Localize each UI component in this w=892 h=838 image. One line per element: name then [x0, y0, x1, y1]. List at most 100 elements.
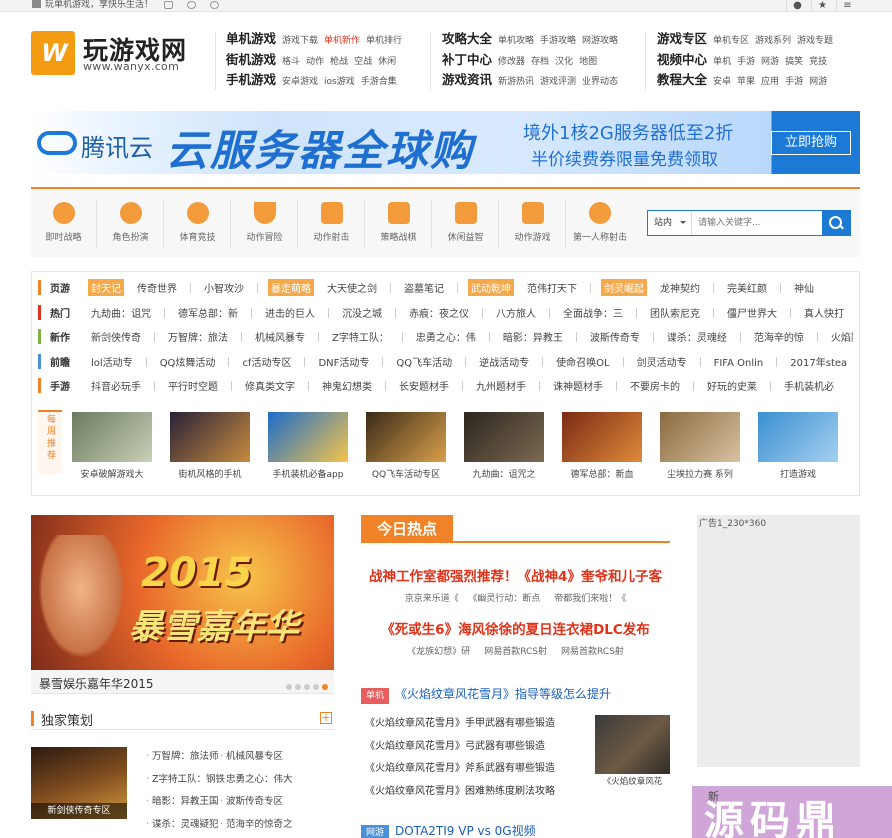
nav-sub-link[interactable]: 休闲 [378, 57, 396, 67]
news-lead[interactable]: 《火焰纹章风花雪月》指导等级怎么提升 [395, 687, 611, 701]
hot-headline-2[interactable]: 《死或生6》海风徐徐的夏日连衣裙DLC发布 [361, 618, 670, 638]
tag-link[interactable]: 封天记 [88, 279, 124, 296]
nav-sub-link[interactable]: 汉化 [555, 57, 573, 67]
category-item[interactable]: 体育竞技 [165, 199, 231, 249]
tag-link[interactable]: 大天使之剑 [324, 279, 380, 296]
nav-sub-link[interactable]: 安卓游戏 [282, 77, 318, 87]
site-logo[interactable]: W 玩游戏网 www.wanyx.com [31, 31, 191, 75]
slide-dot[interactable] [295, 684, 301, 690]
tag-link[interactable]: FIFA Onlin [711, 357, 767, 370]
search-input[interactable] [698, 214, 818, 232]
category-item[interactable]: 动作游戏 [500, 199, 566, 249]
tag-link[interactable]: 龙神契约 [657, 279, 703, 296]
nav-sub-link[interactable]: 手游合集 [361, 77, 397, 87]
tag-link[interactable]: 机械风暴专 [252, 328, 308, 345]
thumb-card[interactable]: 九劫曲：诅咒之 [464, 412, 544, 480]
news-list-item[interactable]: 《火焰纹章风花雪月》困难熟练度刷法攻略 [365, 781, 555, 804]
tag-link[interactable]: 全面战争：三 [560, 304, 626, 321]
tag-link[interactable]: 神鬼幻想类 [319, 377, 375, 394]
tencent-cloud-banner[interactable]: 腾讯云 云服务器全球购 境外1核2G服务器低至2折 半价续费券限量免费领取 立即… [31, 111, 860, 174]
nav-main-link[interactable]: 手机游戏 [226, 72, 276, 87]
search-scope-select[interactable]: 站内 [648, 211, 692, 235]
tag-link[interactable]: 抖音必玩手 [88, 377, 144, 394]
nav-sub-link[interactable]: ios游戏 [324, 77, 355, 87]
category-item[interactable]: 第一人称射击 [567, 199, 633, 249]
news-list-item[interactable]: 《火焰纹章风花雪月》斧系武器有哪些锻造 [365, 758, 555, 781]
tag-link[interactable]: 暗影：异教王 [500, 328, 566, 345]
nav-main-link[interactable]: 攻略大全 [442, 31, 492, 46]
tag-link[interactable]: 完美红颜 [724, 279, 770, 296]
tag-link[interactable]: 新剑侠传奇 [88, 328, 144, 345]
wechat-icon[interactable] [210, 1, 219, 9]
tag-link[interactable]: 波斯传奇专 [587, 328, 643, 345]
news-list-item[interactable]: 《火焰纹章风花雪月》弓武器有哪些锻造 [365, 736, 555, 759]
hot-sub-link[interactable]: 网易首款RCS射 [561, 647, 624, 657]
tag-link[interactable]: 传奇世界 [134, 279, 180, 296]
nav-sub-link[interactable]: 游戏评测 [540, 77, 576, 87]
exclusive-link[interactable]: 波斯传奇专区 [220, 791, 293, 814]
mobile-icon[interactable] [164, 1, 173, 9]
tag-link[interactable]: 九州题材手 [473, 377, 529, 394]
more-plus-icon[interactable]: + [320, 712, 332, 724]
thumb-card[interactable]: 尘埃拉力赛 系列 [660, 412, 740, 480]
nav-sub-link[interactable]: 单机排行 [366, 36, 402, 46]
nav-sub-link[interactable]: 安卓 [713, 77, 731, 87]
search-button[interactable] [822, 211, 850, 235]
tag-link[interactable]: 2017年stea [787, 353, 850, 370]
exclusive-link[interactable]: 机械风暴专区 [220, 746, 293, 769]
exclusive-link[interactable]: 万智牌：旅法师 [146, 746, 225, 769]
category-item[interactable]: 策略战棋 [366, 199, 432, 249]
thumb-card[interactable]: 手机装机必备app [268, 412, 348, 480]
tag-link[interactable]: 进击的巨人 [262, 304, 318, 321]
tag-link[interactable]: 范伟打天下 [524, 279, 580, 296]
tag-link[interactable]: lol活动专 [88, 353, 136, 370]
tag-link[interactable]: 平行时空题 [165, 377, 221, 394]
tag-link[interactable]: 剑灵崛起 [601, 279, 647, 296]
exclusive-link[interactable]: 忠勇之心：伟大 [220, 769, 293, 792]
thumb-card[interactable]: QQ飞车活动专区 [366, 412, 446, 480]
tag-link[interactable]: 火焰限 [828, 328, 853, 345]
news-tag[interactable]: 单机 [361, 688, 389, 704]
tag-link[interactable]: cf活动专区 [239, 353, 294, 370]
news-list-item[interactable]: 《火焰纹章风花雪月》手甲武器有哪些锻造 [365, 713, 555, 736]
nav-sub-link[interactable]: 修改器 [498, 57, 525, 67]
nav-main-link[interactable]: 街机游戏 [226, 52, 276, 67]
exclusive-link[interactable]: 范海辛的惊奇之 [220, 814, 293, 837]
news-image[interactable]: 《火焰纹章风花 [595, 715, 670, 790]
tag-link[interactable]: 武动乾坤 [468, 279, 514, 296]
tag-link[interactable]: Z字特工队： [329, 328, 392, 345]
tag-link[interactable]: 剑灵活动专 [634, 353, 690, 370]
nav-sub-link[interactable]: 网游攻略 [582, 36, 618, 46]
feature-caption[interactable]: 暴雪娱乐嘉年华2015 [39, 675, 154, 692]
nav-sub-link[interactable]: 新游热讯 [498, 77, 534, 87]
tag-link[interactable]: 万智牌：旅法 [165, 328, 231, 345]
news-lead-2[interactable]: DOTA2TI9 VP vs 0G视频 [395, 824, 536, 838]
nav-sub-link[interactable]: 地图 [579, 57, 597, 67]
nav-sub-link[interactable]: 格斗 [282, 57, 300, 67]
nav-main-link[interactable]: 视频中心 [657, 52, 707, 67]
nav-sub-link[interactable]: 存档 [531, 57, 549, 67]
tag-link[interactable]: 真人快打 [801, 304, 847, 321]
nav-sub-link[interactable]: 竞技 [809, 57, 827, 67]
nav-main-link[interactable]: 补丁中心 [442, 52, 492, 67]
nav-main-link[interactable]: 单机游戏 [226, 31, 276, 46]
nav-sub-link[interactable]: 手游攻略 [540, 36, 576, 46]
exclusive-link[interactable]: 谍杀：灵魂疑犯 [146, 814, 225, 837]
nav-sub-link[interactable]: 游戏专题 [797, 36, 833, 46]
nav-main-link[interactable]: 教程大全 [657, 72, 707, 87]
tag-link[interactable]: DNF活动专 [315, 353, 372, 370]
banner-buy-button[interactable]: 立即抢购 [771, 131, 851, 155]
tag-link[interactable]: 忠勇之心：伟 [413, 328, 479, 345]
nav-main-link[interactable]: 游戏资讯 [442, 72, 492, 87]
slide-dot[interactable] [304, 684, 310, 690]
nav-sub-link[interactable]: 单机 [713, 57, 731, 67]
tag-link[interactable]: QQ飞车活动 [393, 353, 455, 370]
hot-sub-link[interactable]: 网易首款RCS射 [484, 647, 547, 657]
tag-link[interactable]: 小智攻沙 [201, 279, 247, 296]
category-item[interactable]: 休闲益智 [433, 199, 499, 249]
thumb-card[interactable]: 街机风格的手机 [170, 412, 250, 480]
star-icon[interactable]: ★ [811, 0, 833, 12]
news-tag-2[interactable]: 网游 [361, 825, 389, 838]
menu-icon[interactable]: ≡ [836, 0, 858, 12]
hot-headline-1[interactable]: 战神工作室都强烈推荐！《战神4》奎爷和儿子客 [361, 565, 670, 585]
